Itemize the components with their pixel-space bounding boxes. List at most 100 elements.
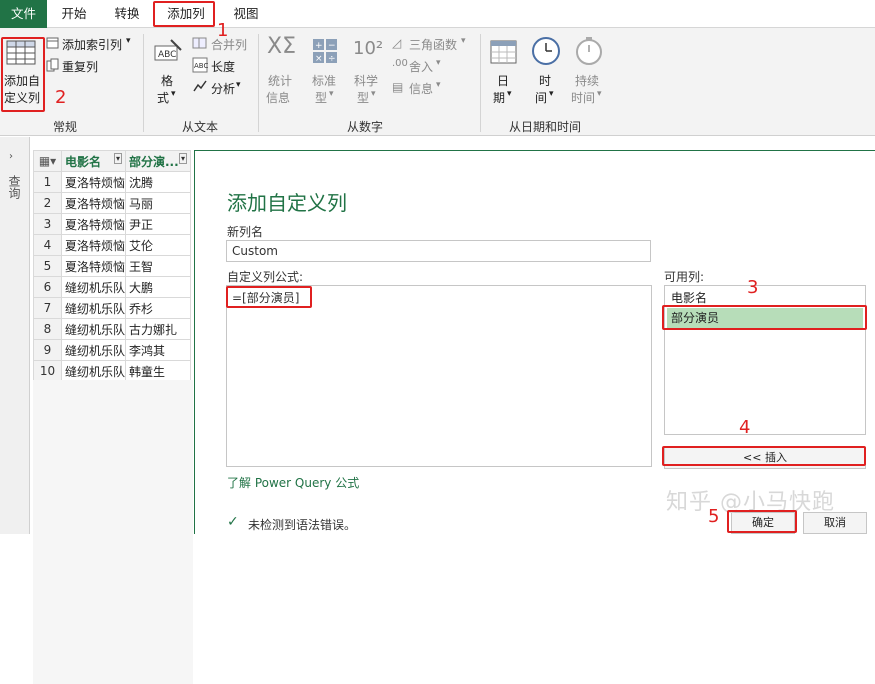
chevron-down-icon[interactable]: ▾ bbox=[436, 80, 441, 90]
table-row[interactable]: 1 夏洛特烦恼 沈腾 bbox=[33, 171, 191, 193]
new-column-name-input[interactable]: Custom bbox=[226, 240, 651, 262]
learn-formula-link[interactable]: 了解 Power Query 公式 bbox=[227, 474, 359, 491]
filter-dropdown-icon[interactable]: ▾ bbox=[113, 152, 122, 164]
column-header-movie[interactable]: 电影名 ▾ bbox=[61, 150, 126, 172]
table-cell[interactable]: 夏洛特烦恼 bbox=[61, 192, 126, 214]
standard-label-1[interactable]: 标准 bbox=[312, 72, 336, 89]
statistics-label-2[interactable]: 信息 bbox=[266, 89, 290, 106]
table-cell[interactable]: 缝纫机乐队 bbox=[61, 318, 126, 340]
time-label-1[interactable]: 时 bbox=[539, 72, 551, 89]
checkmark-icon: ✓ bbox=[227, 514, 239, 530]
chevron-down-icon[interactable]: ▾ bbox=[371, 89, 376, 99]
table-corner-icon[interactable]: ▦▾ bbox=[33, 150, 62, 172]
annotation-number: 1 bbox=[217, 20, 229, 41]
table-cell[interactable]: 缝纫机乐队 bbox=[61, 276, 126, 298]
annotation-box-ok bbox=[727, 510, 797, 533]
formula-textarea[interactable]: =[部分演员] bbox=[226, 285, 652, 467]
group-separator bbox=[480, 34, 481, 132]
standard-label-2[interactable]: 型 bbox=[315, 89, 327, 106]
format-icon: ABC bbox=[154, 39, 182, 61]
annotation-box-add-column-tab bbox=[153, 1, 215, 27]
analyze-button[interactable]: 分析 bbox=[211, 80, 235, 97]
table-cell[interactable]: 李鸿其 bbox=[125, 339, 191, 361]
table-cell[interactable]: 缝纫机乐队 bbox=[61, 360, 126, 382]
duration-label-2[interactable]: 时间 bbox=[571, 89, 595, 106]
duplicate-column-button[interactable]: 重复列 bbox=[62, 58, 98, 75]
add-index-column-button[interactable]: 添加索引列 bbox=[62, 36, 122, 53]
queries-pane-collapsed[interactable]: › 查询 bbox=[0, 137, 30, 534]
chevron-down-icon[interactable]: ▾ bbox=[329, 89, 334, 99]
statistics-label-1[interactable]: 统计 bbox=[268, 72, 292, 89]
group-separator bbox=[258, 34, 259, 132]
date-label-2[interactable]: 期 bbox=[493, 89, 505, 106]
chevron-down-icon[interactable]: ▾ bbox=[436, 58, 441, 68]
chevron-down-icon[interactable]: ▾ bbox=[507, 89, 512, 99]
index-column-icon bbox=[46, 37, 59, 49]
table-cell[interactable]: 艾伦 bbox=[125, 234, 191, 256]
chevron-down-icon[interactable]: ▾ bbox=[236, 80, 241, 90]
column-header-actors[interactable]: 部分演... ▾ bbox=[125, 150, 191, 172]
chevron-down-icon[interactable]: ▾ bbox=[549, 89, 554, 99]
table-cell[interactable]: 马丽 bbox=[125, 192, 191, 214]
syntax-status: 未检测到语法错误。 bbox=[248, 518, 357, 532]
tab-view[interactable]: 视图 bbox=[226, 0, 266, 28]
table-cell[interactable]: 古力娜扎 bbox=[125, 318, 191, 340]
table-cell[interactable]: 大鹏 bbox=[125, 276, 191, 298]
table-cell[interactable]: 夏洛特烦恼 bbox=[61, 255, 126, 277]
table-row[interactable]: 4 夏洛特烦恼 艾伦 bbox=[33, 234, 191, 256]
tab-file[interactable]: 文件 bbox=[0, 0, 47, 28]
format-label-1[interactable]: 格 bbox=[161, 72, 173, 89]
queries-label[interactable]: 查询 bbox=[6, 175, 23, 199]
table-row[interactable]: 9 缝纫机乐队 李鸿其 bbox=[33, 339, 191, 361]
table-row[interactable]: 7 缝纫机乐队 乔杉 bbox=[33, 297, 191, 319]
chevron-down-icon[interactable]: ▾ bbox=[597, 89, 602, 99]
table-cell[interactable]: 夏洛特烦恼 bbox=[61, 171, 126, 193]
length-button[interactable]: 长度 bbox=[211, 58, 235, 75]
format-label-2[interactable]: 式 bbox=[157, 89, 169, 106]
column-header-label: 部分演... bbox=[129, 154, 179, 169]
info-button[interactable]: 信息 bbox=[409, 80, 433, 97]
row-index: 4 bbox=[33, 234, 62, 256]
rounding-button[interactable]: 舍入 bbox=[409, 58, 433, 75]
table-cell[interactable]: 沈腾 bbox=[125, 171, 191, 193]
info-icon: ▤ bbox=[392, 80, 404, 94]
table-row[interactable]: 3 夏洛特烦恼 尹正 bbox=[33, 213, 191, 235]
group-label-regular: 常规 bbox=[52, 120, 77, 134]
tab-home[interactable]: 开始 bbox=[54, 0, 94, 28]
time-label-2[interactable]: 间 bbox=[535, 89, 547, 106]
trig-button[interactable]: 三角函数 bbox=[409, 36, 457, 53]
table-cell[interactable]: 夏洛特烦恼 bbox=[61, 234, 126, 256]
table-row[interactable]: 5 夏洛特烦恼 王智 bbox=[33, 255, 191, 277]
chevron-down-icon[interactable]: ▾ bbox=[461, 36, 466, 46]
table-row[interactable]: 6 缝纫机乐队 大鹏 bbox=[33, 276, 191, 298]
tab-transform[interactable]: 转换 bbox=[107, 0, 147, 28]
time-icon bbox=[532, 37, 560, 65]
svg-text:×: × bbox=[315, 54, 323, 64]
row-index: 5 bbox=[33, 255, 62, 277]
row-index: 2 bbox=[33, 192, 62, 214]
svg-text:ABC: ABC bbox=[194, 62, 208, 70]
annotation-number: 5 bbox=[708, 506, 720, 527]
table-cell[interactable]: 乔杉 bbox=[125, 297, 191, 319]
scientific-label-2[interactable]: 型 bbox=[357, 89, 369, 106]
table-cell[interactable]: 尹正 bbox=[125, 213, 191, 235]
table-empty-area bbox=[33, 380, 193, 684]
available-columns-label: 可用列: bbox=[664, 270, 705, 284]
chevron-right-icon[interactable]: › bbox=[9, 151, 13, 162]
chevron-down-icon[interactable]: ▾ bbox=[126, 36, 131, 46]
filter-dropdown-icon[interactable]: ▾ bbox=[178, 152, 187, 164]
duration-label-1[interactable]: 持续 bbox=[575, 72, 599, 89]
table-row[interactable]: 2 夏洛特烦恼 马丽 bbox=[33, 192, 191, 214]
scientific-label-1[interactable]: 科学 bbox=[354, 72, 378, 89]
annotation-box-insert bbox=[662, 446, 866, 466]
group-separator bbox=[143, 34, 144, 132]
table-cell[interactable]: 缝纫机乐队 bbox=[61, 297, 126, 319]
date-label-1[interactable]: 日 bbox=[497, 72, 509, 89]
table-row[interactable]: 10 缝纫机乐队 韩童生 bbox=[33, 360, 191, 382]
table-cell[interactable]: 王智 bbox=[125, 255, 191, 277]
table-cell[interactable]: 缝纫机乐队 bbox=[61, 339, 126, 361]
table-cell[interactable]: 夏洛特烦恼 bbox=[61, 213, 126, 235]
table-cell[interactable]: 韩童生 bbox=[125, 360, 191, 382]
table-row[interactable]: 8 缝纫机乐队 古力娜扎 bbox=[33, 318, 191, 340]
chevron-down-icon[interactable]: ▾ bbox=[171, 89, 176, 99]
